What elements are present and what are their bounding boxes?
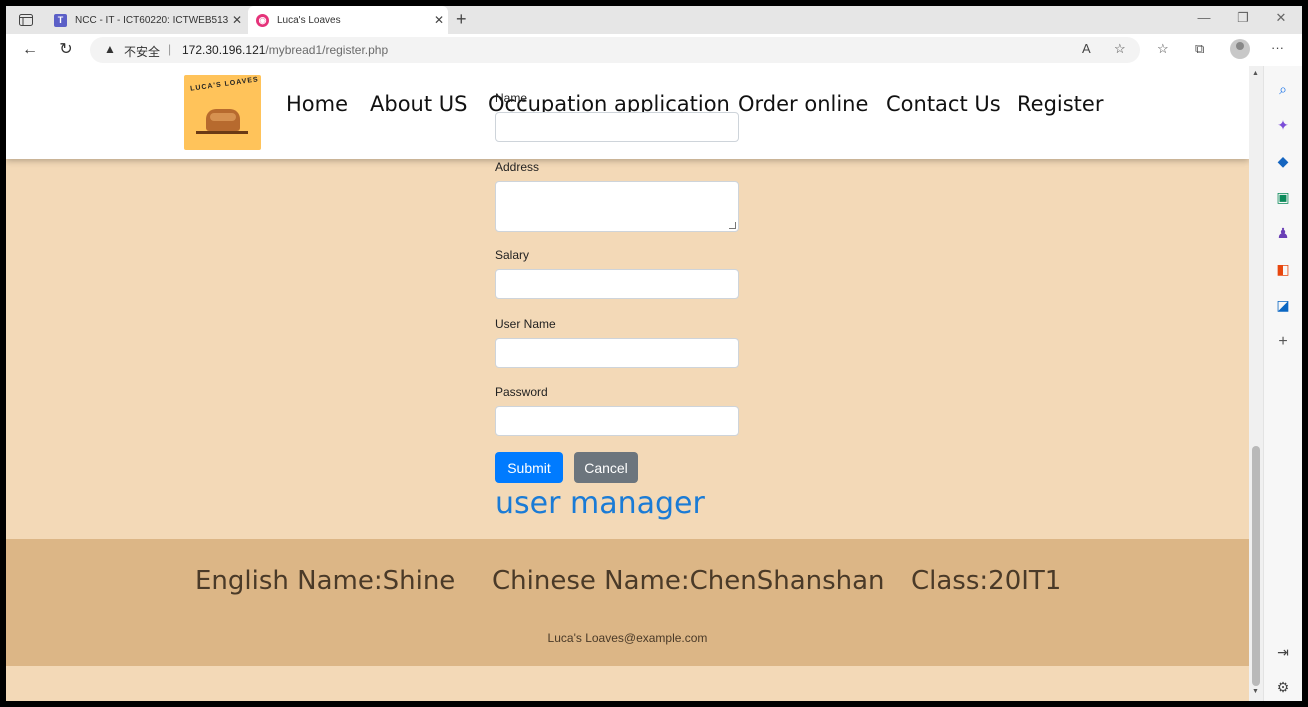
tab-title: Luca's Loaves bbox=[277, 14, 341, 26]
class-info: Class:20IT1 bbox=[911, 566, 1062, 596]
maximize-icon[interactable]: ❐ bbox=[1228, 10, 1258, 26]
address-toolbar: ← ↻ ▲ 不安全 | 172.30.196.121/mybread1/regi… bbox=[6, 34, 1302, 66]
scroll-down-icon[interactable]: ▼ bbox=[1252, 688, 1259, 695]
hide-sidebar-icon[interactable]: ⇥ bbox=[1274, 643, 1292, 661]
url-host: 172.30.196.121 bbox=[182, 43, 266, 57]
browser-sidebar: ⌕ ✦ ◆ ▣ ♟ ◧ ◪ + ⇥ ⚙ bbox=[1263, 66, 1302, 701]
salary-label: Salary bbox=[495, 248, 530, 262]
more-menu-icon[interactable]: ··· bbox=[1271, 40, 1284, 55]
browser-tab-lucas-loaves[interactable]: ◉ Luca's Loaves ✕ bbox=[248, 6, 448, 34]
english-name: English Name:Shine bbox=[195, 566, 456, 596]
close-icon[interactable]: ✕ bbox=[430, 13, 448, 27]
submit-button[interactable]: Submit bbox=[495, 452, 563, 483]
browser-window: T NCC - IT - ICT60220: ICTWEB513 ✕ ◉ Luc… bbox=[6, 6, 1302, 701]
security-label: 不安全 bbox=[124, 45, 161, 59]
tools-icon[interactable]: ▣ bbox=[1274, 188, 1292, 206]
nav-home[interactable]: Home bbox=[286, 92, 348, 116]
profile-avatar[interactable] bbox=[1230, 39, 1250, 59]
tab-actions-icon[interactable] bbox=[16, 11, 36, 29]
username-label: User Name bbox=[495, 317, 556, 331]
browser-tab-teams[interactable]: T NCC - IT - ICT60220: ICTWEB513 ✕ bbox=[46, 6, 246, 34]
password-label: Password bbox=[495, 385, 548, 399]
nav-order-online[interactable]: Order online bbox=[738, 92, 868, 116]
address-bar[interactable]: ▲ 不安全 | 172.30.196.121/mybread1/register… bbox=[90, 37, 1140, 63]
shopping-icon[interactable]: ◆ bbox=[1274, 152, 1292, 170]
cancel-button[interactable]: Cancel bbox=[574, 452, 638, 483]
add-icon[interactable]: + bbox=[1274, 333, 1292, 351]
minimize-icon[interactable]: — bbox=[1189, 10, 1219, 25]
scroll-up-icon[interactable]: ▲ bbox=[1252, 70, 1259, 77]
name-input[interactable] bbox=[495, 112, 739, 142]
site-footer: English Name:Shine Chinese Name:ChenShan… bbox=[6, 539, 1249, 666]
page-scrollbar[interactable]: ▲ ▼ bbox=[1249, 66, 1263, 701]
outlook-icon[interactable]: ◪ bbox=[1274, 296, 1292, 314]
name-label: Name bbox=[495, 91, 528, 105]
salary-input[interactable] bbox=[495, 269, 739, 299]
scroll-thumb[interactable] bbox=[1252, 446, 1260, 686]
username-input[interactable] bbox=[495, 338, 739, 368]
url-path: /mybread1/register.php bbox=[265, 43, 389, 57]
nav-register[interactable]: Register bbox=[1017, 92, 1103, 116]
window-close-icon[interactable]: ✕ bbox=[1266, 10, 1296, 26]
refresh-icon[interactable]: ↻ bbox=[56, 40, 76, 60]
back-icon[interactable]: ← bbox=[20, 40, 40, 60]
games-icon[interactable]: ♟ bbox=[1274, 224, 1292, 242]
bread-icon bbox=[206, 109, 240, 131]
tab-strip: T NCC - IT - ICT60220: ICTWEB513 ✕ ◉ Luc… bbox=[6, 6, 1302, 34]
url-text[interactable]: 172.30.196.121/mybread1/register.php bbox=[182, 43, 388, 57]
tab-title: NCC - IT - ICT60220: ICTWEB513 bbox=[75, 14, 228, 26]
password-input[interactable] bbox=[495, 406, 739, 436]
page-viewport: LUCA'S LOAVES Home About US Occupation a… bbox=[6, 66, 1249, 701]
collections-icon[interactable]: ⧉ bbox=[1195, 41, 1204, 57]
site-icon: ◉ bbox=[256, 13, 269, 27]
office-icon[interactable]: ◧ bbox=[1274, 260, 1292, 278]
warning-icon: ▲ bbox=[104, 42, 116, 56]
search-icon[interactable]: ⌕ bbox=[1274, 80, 1292, 98]
teams-icon: T bbox=[54, 13, 67, 27]
favorite-add-icon[interactable]: ☆ bbox=[1114, 41, 1126, 57]
copilot-icon[interactable]: ✦ bbox=[1274, 116, 1292, 134]
site-logo[interactable]: LUCA'S LOAVES bbox=[184, 75, 261, 150]
new-tab-icon[interactable]: + bbox=[456, 9, 467, 30]
favorites-icon[interactable]: ☆ bbox=[1157, 41, 1169, 57]
user-manager-link[interactable]: user manager bbox=[495, 486, 705, 521]
address-textarea[interactable] bbox=[495, 181, 739, 232]
read-aloud-icon[interactable]: A bbox=[1082, 41, 1091, 56]
board-icon bbox=[196, 131, 248, 134]
close-icon[interactable]: ✕ bbox=[228, 13, 246, 27]
logo-text: LUCA'S LOAVES bbox=[189, 76, 260, 93]
address-label: Address bbox=[495, 160, 540, 174]
chinese-name: Chinese Name:ChenShanshan bbox=[492, 566, 885, 596]
nav-contact-us[interactable]: Contact Us bbox=[886, 92, 1001, 116]
footer-email: Luca's Loaves@example.com bbox=[547, 631, 708, 645]
settings-icon[interactable]: ⚙ bbox=[1274, 678, 1292, 696]
separator: | bbox=[168, 42, 172, 56]
nav-about-us[interactable]: About US bbox=[370, 92, 467, 116]
